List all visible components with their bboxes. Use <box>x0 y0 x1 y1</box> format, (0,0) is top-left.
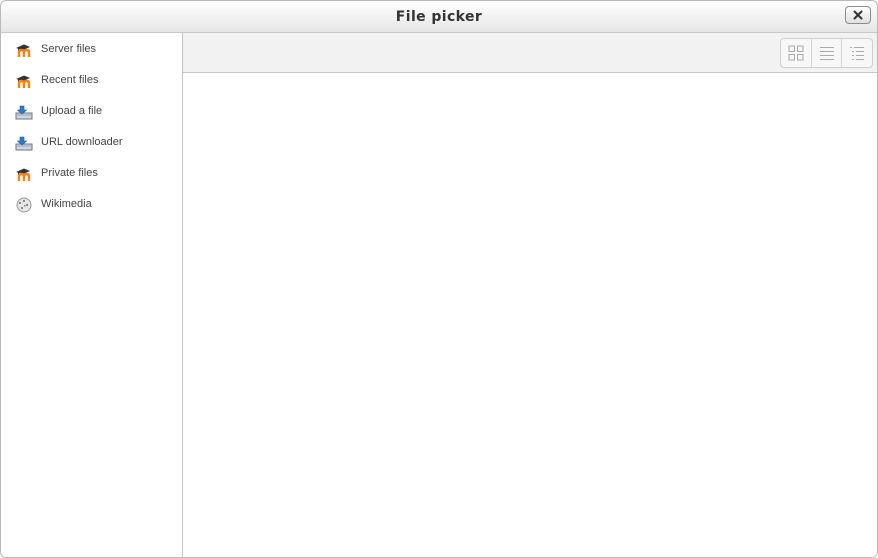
file-list-area[interactable] <box>183 73 877 557</box>
sidebar-item-recent-files[interactable]: Recent files <box>1 65 182 96</box>
sidebar-item-wikimedia[interactable]: Wikimedia <box>1 189 182 220</box>
file-picker-dialog: File picker Server files Recent files Up… <box>0 0 878 558</box>
icons-view-button[interactable] <box>781 39 812 67</box>
sidebar-item-label: URL downloader <box>41 136 123 148</box>
file-browser-panel <box>183 33 877 557</box>
list-view-icon <box>819 47 834 60</box>
moodle-icon <box>16 44 31 57</box>
view-switcher <box>780 38 873 68</box>
tree-view-icon <box>850 47 865 60</box>
upload-icon <box>15 105 33 120</box>
download-icon <box>15 136 33 151</box>
sidebar-item-private-files[interactable]: Private files <box>1 158 182 189</box>
moodle-icon <box>16 75 31 88</box>
list-view-button[interactable] <box>812 39 843 67</box>
sidebar-item-upload-a-file[interactable]: Upload a file <box>1 96 182 127</box>
sidebar-item-label: Server files <box>41 43 97 55</box>
close-icon <box>853 10 863 20</box>
sidebar-item-label: Recent files <box>41 74 99 86</box>
sidebar-item-label: Upload a file <box>41 105 103 117</box>
dialog-title: File picker <box>395 9 483 25</box>
icons-view-icon <box>788 45 804 61</box>
sidebar-item-server-files[interactable]: Server files <box>1 34 182 65</box>
moodle-icon <box>16 168 31 181</box>
sidebar-item-url-downloader[interactable]: URL downloader <box>1 127 182 158</box>
tree-view-button[interactable] <box>842 39 872 67</box>
close-button[interactable] <box>845 6 871 24</box>
wikimedia-icon <box>16 197 32 213</box>
sidebar-item-label: Private files <box>41 167 98 179</box>
sidebar-item-label: Wikimedia <box>41 198 92 210</box>
repository-sidebar: Server files Recent files Upload a file <box>1 33 183 557</box>
dialog-titlebar: File picker <box>1 1 877 33</box>
file-picker-toolbar <box>183 33 877 73</box>
